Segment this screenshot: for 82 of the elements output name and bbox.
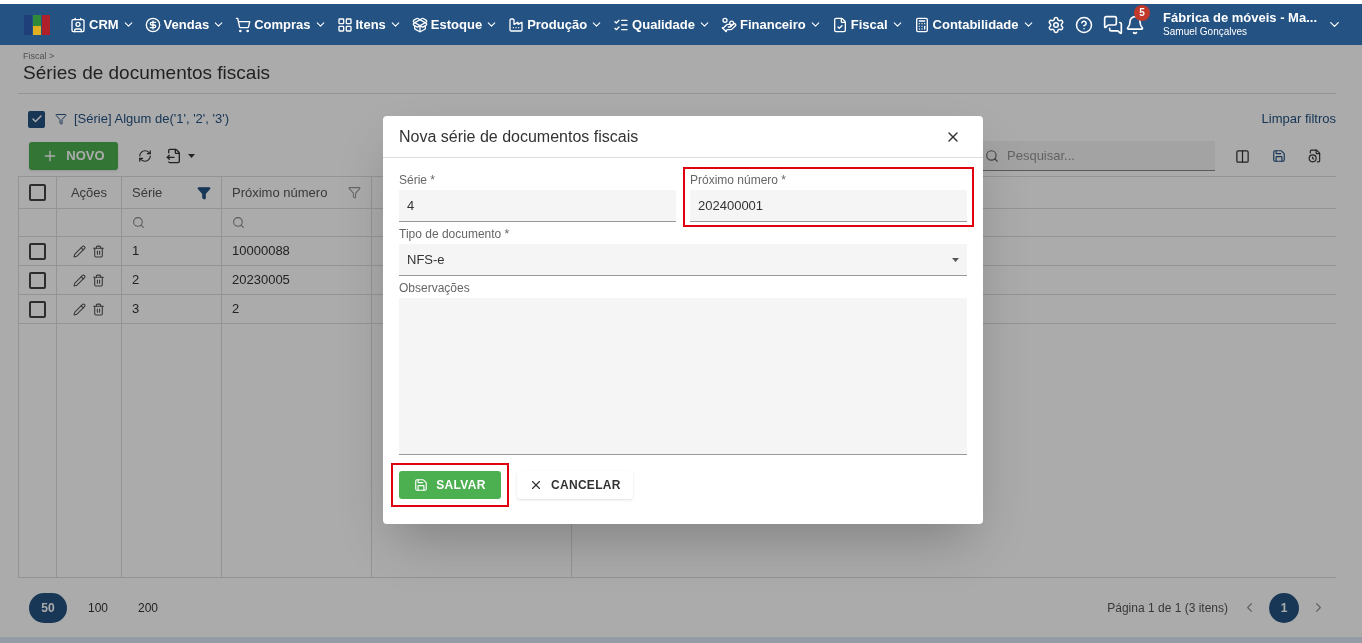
document-icon[interactable]	[1308, 149, 1322, 163]
page-title: Séries de documentos fiscais	[23, 61, 272, 85]
search-icon[interactable]	[232, 216, 245, 229]
checkbox[interactable]	[28, 110, 45, 128]
table-cell-text: 1	[132, 242, 140, 261]
notes-field[interactable]	[399, 298, 967, 455]
field-label: Tipo de documento *	[399, 226, 511, 242]
breadcrumb: Fiscal >	[23, 51, 56, 61]
help-icon[interactable]	[1074, 15, 1093, 34]
refresh-icon[interactable]	[138, 149, 152, 163]
close-icon	[529, 478, 543, 492]
caret-icon[interactable]	[188, 154, 195, 158]
money-icon	[720, 16, 737, 33]
logo-icon	[24, 14, 50, 35]
filter-icon	[55, 113, 67, 125]
nav-menu[interactable]: Produção	[508, 14, 604, 35]
dialog-title: Nova série de documentos fiscais	[399, 126, 639, 147]
check-icon	[30, 113, 43, 125]
edit-icon[interactable]	[73, 244, 86, 258]
column-header[interactable]: Próximo número	[222, 177, 372, 208]
field-label: Próximo número *	[690, 172, 788, 188]
checkbox[interactable]	[29, 271, 46, 289]
column-header[interactable]: Ações	[57, 177, 122, 208]
cancel-button[interactable]: CANCELAR	[517, 471, 633, 499]
columns-icon[interactable]	[1235, 148, 1250, 164]
filter-text[interactable]: [Série] Algum de('1', '2', '3')	[74, 109, 230, 129]
export-icon[interactable]	[166, 148, 182, 164]
nav-menu[interactable]: Contabilidade	[913, 14, 1035, 35]
delete-icon[interactable]	[92, 302, 105, 316]
nav-menu[interactable]: Fiscal	[831, 14, 904, 35]
calculator-icon	[913, 16, 930, 33]
search-icon	[985, 149, 999, 163]
settings-icon[interactable]	[1046, 15, 1065, 34]
select-field[interactable]: NFS-e	[399, 244, 967, 276]
dollar-icon	[144, 16, 161, 33]
caret-icon	[952, 257, 959, 262]
field-label: Série *	[399, 172, 437, 188]
save-icon[interactable]	[1272, 149, 1286, 163]
table-cell-text: 10000088	[232, 242, 290, 261]
edit-icon[interactable]	[73, 273, 86, 287]
field-label: Observações	[399, 280, 471, 296]
filter-icon[interactable]	[197, 185, 211, 200]
page-info: Página 1 de 1 (3 itens)	[1107, 599, 1228, 617]
filter-icon[interactable]	[348, 186, 361, 199]
company-name: Fábrica de móveis - Ma...	[1163, 10, 1317, 25]
page-size-option[interactable]: 200	[129, 592, 167, 623]
page-size-option[interactable]: 50	[29, 592, 67, 623]
cart-icon	[235, 16, 252, 33]
contact-card-icon	[70, 16, 86, 33]
table-cell-text: 2	[132, 271, 140, 290]
box-icon	[411, 16, 428, 33]
notification-badge: 5	[1134, 4, 1151, 21]
page-size-option[interactable]: 100	[79, 592, 117, 623]
table-cell-text: 3	[132, 300, 140, 319]
user-name: Samuel Gonçalves	[1163, 24, 1249, 39]
text-field[interactable]: 4	[399, 190, 676, 222]
checkbox[interactable]	[29, 184, 46, 201]
table-cell-text: 20230005	[232, 271, 290, 290]
delete-icon[interactable]	[92, 273, 105, 287]
page-button[interactable]: 1	[1269, 592, 1299, 623]
nav-menu[interactable]: Financeiro	[720, 14, 822, 35]
table-cell-text: 2	[232, 300, 240, 319]
document-check-icon	[831, 16, 848, 33]
edit-icon[interactable]	[73, 302, 86, 316]
clear-filters-link[interactable]: Limpar filtros	[1261, 109, 1336, 129]
factory-icon	[508, 16, 525, 33]
nav-menu[interactable]: Qualidade	[613, 14, 711, 35]
column-header[interactable]: Série	[122, 177, 222, 208]
search-icon[interactable]	[132, 216, 145, 229]
nav-menu[interactable]: Estoque	[411, 14, 499, 35]
delete-icon[interactable]	[92, 244, 105, 258]
bell-icon[interactable]	[1125, 14, 1146, 35]
nav-menu[interactable]: Compras	[235, 14, 327, 35]
text-field[interactable]: 202400001	[690, 190, 967, 222]
checkbox[interactable]	[29, 242, 46, 260]
save-icon	[414, 478, 429, 492]
checkbox[interactable]	[29, 300, 46, 318]
chat-icon[interactable]	[1102, 14, 1123, 35]
nav-menu[interactable]: Vendas	[144, 14, 226, 35]
nav-menu[interactable]: CRM	[70, 14, 135, 35]
grid-icon	[336, 16, 353, 33]
nav-menu[interactable]: Itens	[336, 14, 402, 35]
